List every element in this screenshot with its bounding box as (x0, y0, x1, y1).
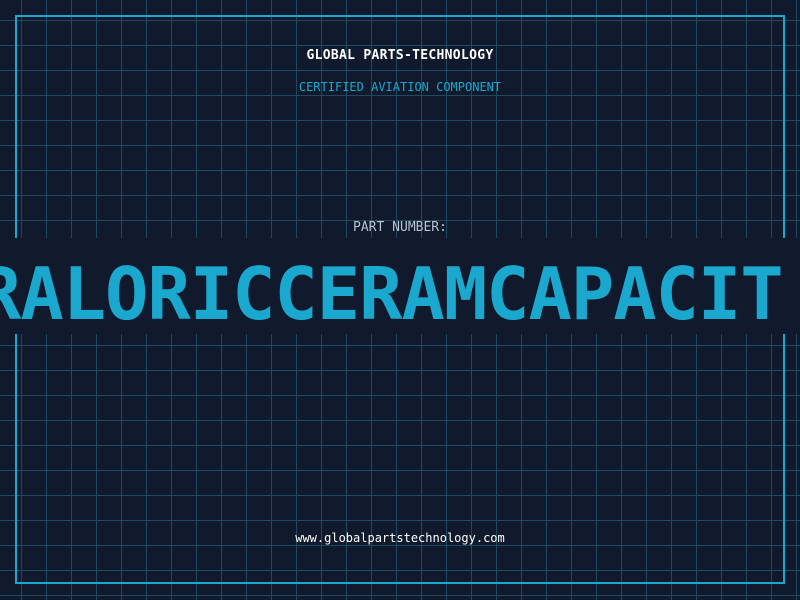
website-url: www.globalpartstechnology.com (295, 531, 505, 545)
certificate-canvas: GLOBAL PARTS-TECHNOLOGY CERTIFIED AVIATI… (0, 0, 800, 600)
company-name: GLOBAL PARTS-TECHNOLOGY (306, 48, 494, 63)
certification-subtitle: CERTIFIED AVIATION COMPONENT (298, 80, 502, 94)
part-number-label: PART NUMBER: (353, 220, 447, 235)
part-number-value: RALORICCERAMCAPACIT (0, 252, 784, 336)
